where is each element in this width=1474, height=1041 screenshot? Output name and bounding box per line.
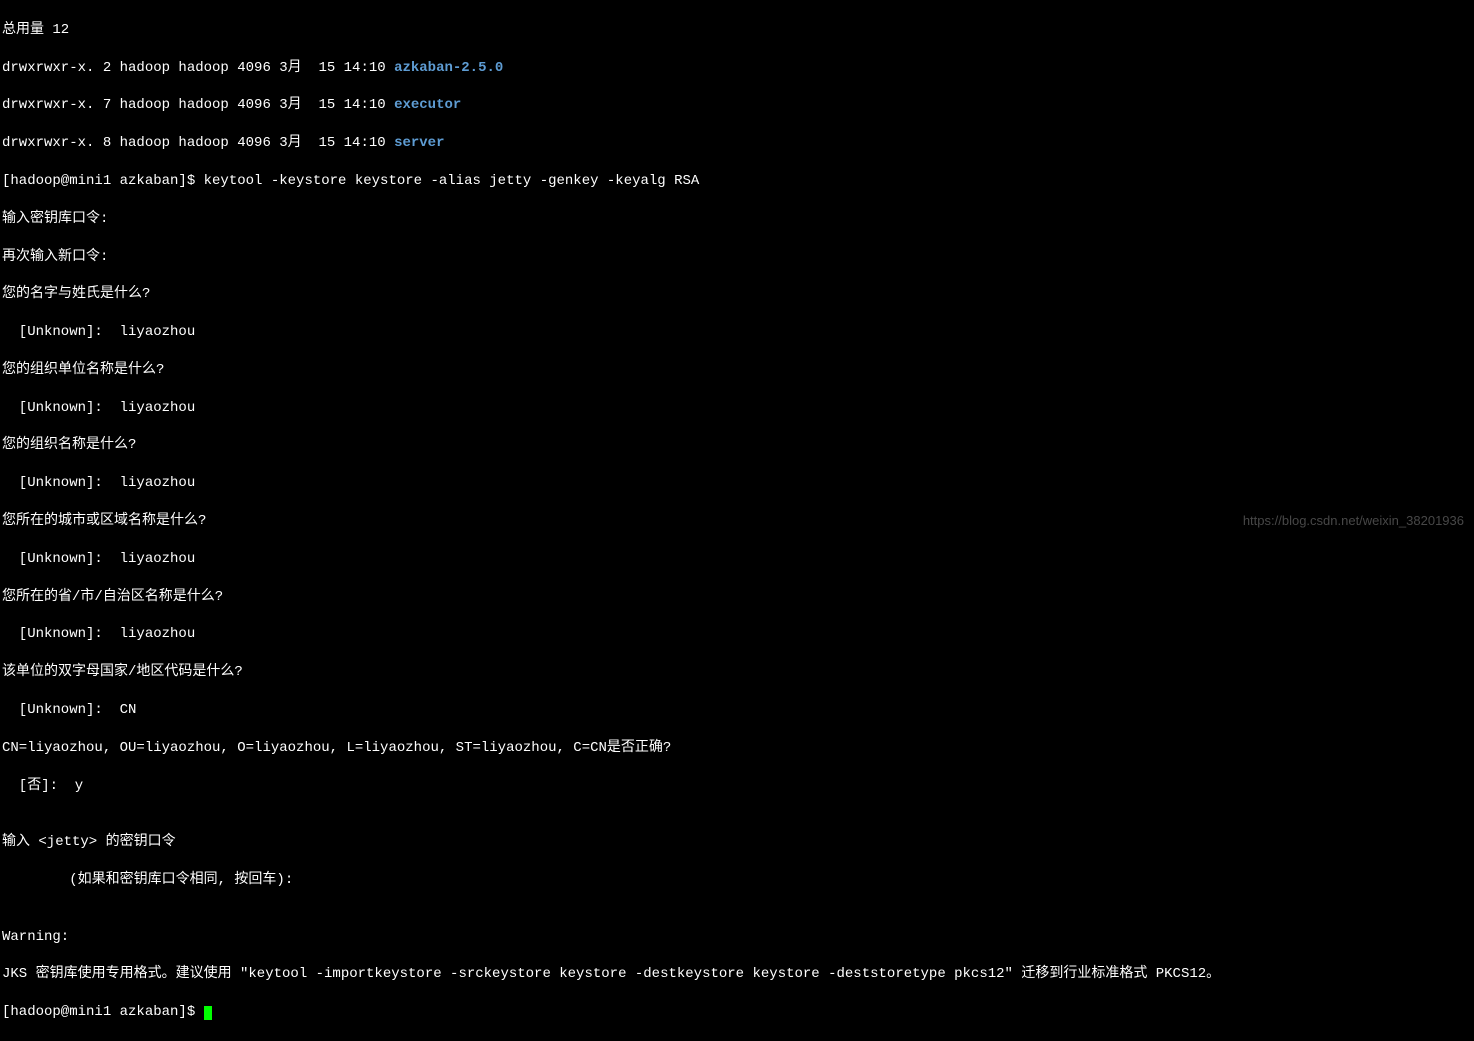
ls-entry-1: drwxrwxr-x. 2 hadoop hadoop 4096 3月 15 1… [2, 59, 1472, 78]
question-name: 您的名字与姓氏是什么? [2, 285, 1472, 304]
directory-link: azkaban-2.5.0 [394, 60, 503, 76]
cursor-icon [204, 1006, 212, 1020]
directory-link: server [394, 135, 444, 151]
keytool-command: [hadoop@mini1 azkaban]$ keytool -keystor… [2, 172, 1472, 191]
jetty-password-prompt: 输入 <jetty> 的密钥口令 [2, 833, 1472, 852]
ls-entry-3: drwxrwxr-x. 8 hadoop hadoop 4096 3月 15 1… [2, 134, 1472, 153]
ls-entry-2: drwxrwxr-x. 7 hadoop hadoop 4096 3月 15 1… [2, 96, 1472, 115]
ls-perms: drwxrwxr-x. 8 hadoop hadoop 4096 3月 15 1… [2, 135, 394, 151]
watermark-text: https://blog.csdn.net/weixin_38201936 [1243, 512, 1464, 530]
question-country: 该单位的双字母国家/地区代码是什么? [2, 663, 1472, 682]
answer-ou: [Unknown]: liyaozhou [2, 399, 1472, 418]
shell-prompt[interactable]: [hadoop@mini1 azkaban]$ [2, 1003, 1472, 1022]
answer-name: [Unknown]: liyaozhou [2, 323, 1472, 342]
answer-org: [Unknown]: liyaozhou [2, 474, 1472, 493]
question-org: 您的组织名称是什么? [2, 436, 1472, 455]
password-prompt: 输入密钥库口令: [2, 210, 1472, 229]
confirmation-line: CN=liyaozhou, OU=liyaozhou, O=liyaozhou,… [2, 739, 1472, 758]
ls-total-line: 总用量 12 [2, 21, 1472, 40]
directory-link: executor [394, 97, 461, 113]
question-state: 您所在的省/市/自治区名称是什么? [2, 588, 1472, 607]
warning-label: Warning: [2, 928, 1472, 947]
answer-city: [Unknown]: liyaozhou [2, 550, 1472, 569]
jetty-password-hint: (如果和密钥库口令相同, 按回车): [2, 871, 1472, 890]
ls-perms: drwxrwxr-x. 7 hadoop hadoop 4096 3月 15 1… [2, 97, 394, 113]
answer-country: [Unknown]: CN [2, 701, 1472, 720]
password-reenter-prompt: 再次输入新口令: [2, 248, 1472, 267]
answer-state: [Unknown]: liyaozhou [2, 625, 1472, 644]
prompt-text: [hadoop@mini1 azkaban]$ [2, 1004, 204, 1020]
jks-warning-message: JKS 密钥库使用专用格式。建议使用 "keytool -importkeyst… [2, 965, 1472, 984]
confirmation-answer: [否]: y [2, 777, 1472, 796]
question-ou: 您的组织单位名称是什么? [2, 361, 1472, 380]
ls-perms: drwxrwxr-x. 2 hadoop hadoop 4096 3月 15 1… [2, 60, 394, 76]
